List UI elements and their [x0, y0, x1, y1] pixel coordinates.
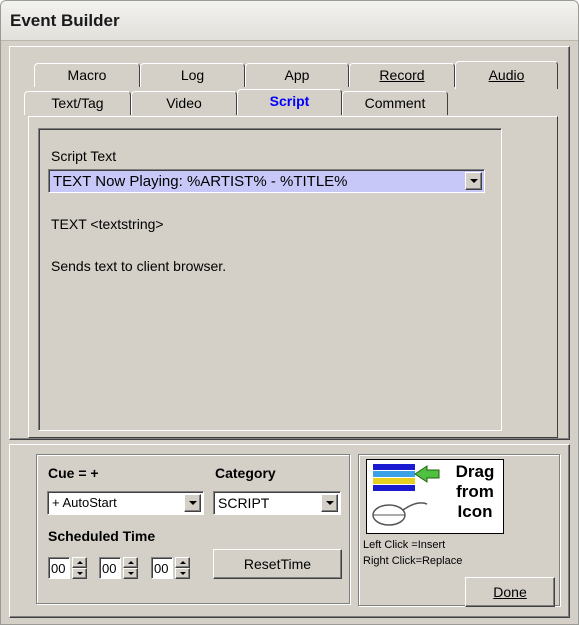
- seconds-value: 00: [154, 561, 169, 576]
- spin-up-icon[interactable]: [72, 557, 87, 568]
- dropdown-arrow-icon[interactable]: [321, 494, 338, 512]
- hours-field[interactable]: 00: [48, 557, 70, 579]
- script-text-combo[interactable]: TEXT Now Playing: %ARTIST% - %TITLE%: [48, 169, 485, 193]
- done-button[interactable]: Done: [465, 577, 555, 607]
- spin-down-icon[interactable]: [123, 568, 138, 579]
- tab-video[interactable]: Video: [131, 91, 237, 115]
- spin-up-icon[interactable]: [123, 557, 138, 568]
- title-bar[interactable]: Event Builder: [1, 1, 578, 41]
- spin-down-icon[interactable]: [175, 568, 190, 579]
- reset-time-label: ResetTime: [243, 556, 312, 572]
- tab-macro[interactable]: Macro: [34, 63, 140, 87]
- tab-script-label: Script: [269, 93, 310, 109]
- tab-record-label: Record: [379, 67, 425, 83]
- tab-log-label: Log: [180, 67, 205, 83]
- tab-macro-label: Macro: [67, 67, 107, 83]
- cue-combo[interactable]: + AutoStart: [47, 491, 204, 515]
- category-label: Category: [215, 465, 276, 481]
- dropdown-arrow-icon[interactable]: [184, 494, 201, 512]
- tab-log[interactable]: Log: [140, 63, 245, 87]
- cue-value: + AutoStart: [52, 495, 117, 510]
- tab-comment-label: Comment: [364, 95, 426, 111]
- spin-up-icon[interactable]: [175, 557, 190, 568]
- script-text-value: TEXT Now Playing: %ARTIST% - %TITLE%: [53, 173, 348, 190]
- drag-line-1: Drag: [455, 462, 495, 481]
- drag-line-3: Icon: [457, 502, 493, 521]
- minutes-field[interactable]: 00: [99, 557, 121, 579]
- drag-line-2: from: [456, 482, 494, 501]
- minutes-value: 00: [102, 561, 117, 576]
- tab-text-tag[interactable]: Text/Tag: [24, 91, 131, 115]
- seconds-spinner[interactable]: [175, 557, 190, 579]
- cue-label: Cue = +: [48, 465, 99, 481]
- mouse-icon: [372, 502, 428, 526]
- tab-record[interactable]: Record: [349, 63, 455, 87]
- minutes-spinner[interactable]: [123, 557, 138, 579]
- right-click-help: Right Click=Replace: [363, 555, 463, 567]
- reset-time-button[interactable]: ResetTime: [213, 549, 342, 579]
- event-builder-window: Event Builder Macro Log App Record Audio…: [0, 0, 579, 625]
- list-arrow-icon: [372, 464, 440, 526]
- category-value: SCRIPT: [218, 495, 270, 511]
- scheduled-time-label: Scheduled Time: [48, 528, 156, 544]
- script-description: Sends text to client browser.: [51, 258, 227, 274]
- seconds-field[interactable]: 00: [151, 557, 173, 579]
- tab-audio-label: Audio: [488, 67, 525, 83]
- dropdown-arrow-icon[interactable]: [465, 172, 482, 190]
- window-title: Event Builder: [10, 11, 120, 30]
- hours-spinner[interactable]: [72, 557, 87, 579]
- drag-text: Drag from Icon: [447, 462, 503, 522]
- tab-app-label: App: [284, 67, 310, 83]
- category-combo[interactable]: SCRIPT: [213, 491, 341, 515]
- tab-script[interactable]: Script: [237, 89, 342, 115]
- drag-icon-box[interactable]: Drag from Icon: [366, 459, 504, 534]
- tab-comment[interactable]: Comment: [342, 91, 448, 115]
- script-syntax: TEXT <textstring>: [51, 216, 164, 232]
- script-text-label: Script Text: [51, 148, 117, 164]
- tab-app[interactable]: App: [245, 63, 349, 87]
- tab-audio[interactable]: Audio: [455, 61, 558, 89]
- left-click-help: Left Click =Insert: [363, 539, 446, 551]
- tab-text-tag-label: Text/Tag: [51, 95, 104, 111]
- done-label: Done: [493, 584, 527, 600]
- spin-down-icon[interactable]: [72, 568, 87, 579]
- tab-video-label: Video: [166, 95, 202, 111]
- hours-value: 00: [51, 561, 66, 576]
